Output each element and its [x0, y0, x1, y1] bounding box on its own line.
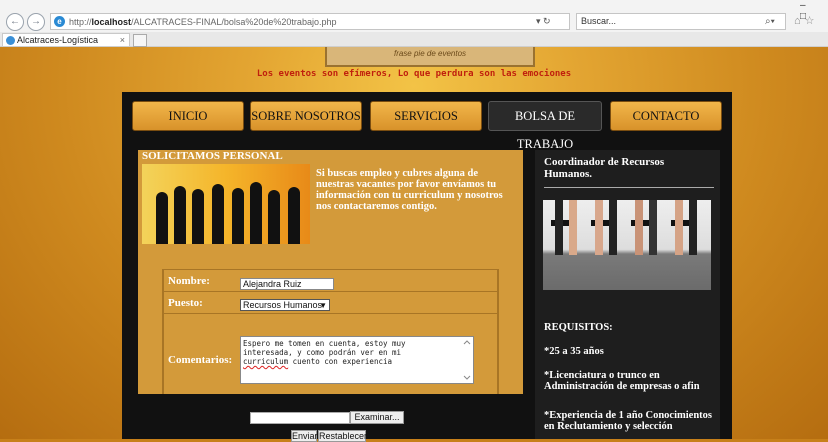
page-background: frase pie de eventos Los eventos son efí… [0, 47, 828, 442]
chevron-down-icon: ▼ [319, 301, 327, 310]
puesto-value: Recursos Humanos [243, 300, 323, 310]
application-form: Nombre: Alejandra Ruiz Puesto: Recursos … [162, 269, 499, 394]
address-bar[interactable]: e http://localhost/ALCATRACES-FINAL/bols… [50, 13, 570, 30]
requirement-degree: *Licenciatura o trunco en Administración… [544, 370, 700, 392]
nav-bolsa-de-trabajo[interactable]: BOLSA DE TRABAJO [488, 101, 602, 151]
row-comentarios: Comentarios: Espero me tomen en cuenta, … [164, 313, 497, 408]
nav-contacto[interactable]: CONTACTO [610, 101, 722, 131]
job-title: Coordinador de Recursos Humanos. [544, 156, 714, 188]
nombre-label: Nombre: [168, 275, 210, 287]
file-path-field[interactable] [250, 412, 350, 424]
comments-line-3: curriculum cuento con experiencia [243, 357, 459, 366]
job-sidebar: Coordinador de Recursos Humanos. REQUISI… [535, 150, 720, 439]
requirement-experience: *Experiencia de 1 año Conocimientos en R… [544, 410, 712, 432]
home-star-icons[interactable]: ⌂☆ [794, 14, 819, 27]
favicon-icon [6, 36, 15, 45]
nav-inicio[interactable]: INICIO [132, 101, 244, 131]
browser-toolbar: –□ ← → e http://localhost/ALCATRACES-FIN… [0, 0, 828, 33]
ie-page-icon: e [54, 16, 65, 27]
row-nombre: Nombre: Alejandra Ruiz [164, 269, 497, 292]
comments-line-3-rest: cuento con experiencia [288, 357, 393, 366]
textarea-scrollbar[interactable] [462, 338, 472, 382]
tab-alcatraces[interactable]: Alcatraces-Logística × [2, 33, 130, 46]
restablecer-button[interactable]: Restablecer [318, 430, 367, 442]
site-tagline: Los eventos son efímeros, Lo que perdura… [256, 69, 572, 79]
nav-sobre-nosotros[interactable]: SOBRE NOSOTROS [250, 101, 362, 131]
close-tab-icon[interactable]: × [120, 34, 125, 47]
url-host: localhost [91, 17, 132, 27]
requirements-title: REQUISITOS: [544, 322, 613, 333]
section-title: SOLICITAMOS PERSONAL [142, 150, 283, 162]
spellcheck-word: curriculum [243, 357, 289, 366]
search-icon[interactable]: ⌕▾ [765, 13, 775, 30]
new-tab-button[interactable] [133, 34, 147, 47]
url-path: /ALCATRACES-FINAL/bolsa%20de%20trabajo.p… [131, 17, 337, 27]
puesto-select[interactable]: Recursos Humanos ▼ [240, 299, 330, 311]
main-panel: SOLICITAMOS PERSONAL Si buscas empleo y … [138, 150, 523, 442]
enviar-button[interactable]: Enviar [291, 430, 318, 442]
intro-text: Si buscas empleo y cubres alguna de nues… [316, 168, 503, 212]
examinar-button[interactable]: Examinar... [350, 411, 404, 424]
header-banner: frase pie de eventos [325, 47, 535, 67]
row-puesto: Puesto: Recursos Humanos ▼ [164, 291, 497, 314]
forward-icon[interactable]: → [27, 13, 45, 31]
puesto-label: Puesto: [168, 297, 203, 309]
url-prefix: http:// [69, 17, 92, 27]
comments-line-1: Espero me tomen en cuenta, estoy muy [243, 339, 406, 348]
nav-servicios[interactable]: SERVICIOS [370, 101, 482, 131]
requirement-age: *25 a 35 años [544, 346, 604, 357]
back-icon[interactable]: ← [6, 13, 24, 31]
comentarios-textarea[interactable]: Espero me tomen en cuenta, estoy muy int… [240, 336, 474, 384]
tab-title: Alcatraces-Logística [17, 35, 99, 45]
banner-text: frase pie de eventos [393, 49, 467, 58]
search-input[interactable]: Buscar... [576, 13, 786, 30]
refresh-icon[interactable]: ▾ ↻ [536, 13, 551, 30]
nombre-input[interactable]: Alejandra Ruiz [240, 278, 334, 290]
tab-bar: Alcatraces-Logística × [0, 32, 828, 47]
comments-line-2: interesada, y como podrán ver en mi [243, 348, 402, 357]
comentarios-label: Comentarios: [168, 354, 233, 366]
interview-chairs-image [543, 200, 711, 290]
staff-silhouettes-image [142, 164, 310, 244]
